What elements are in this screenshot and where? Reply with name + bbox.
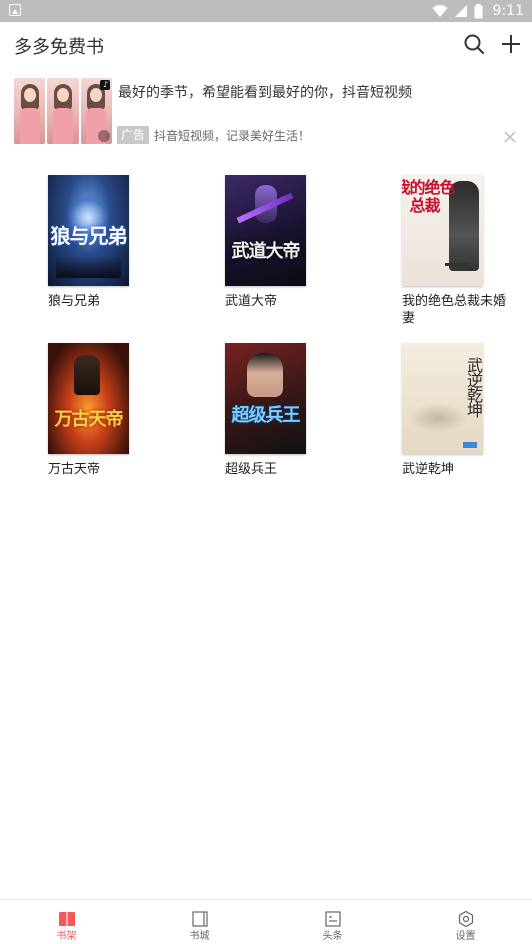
book-cover-title: 狼与兄弟 — [50, 224, 128, 248]
status-bar: 9:11 — [0, 0, 532, 22]
gallery-notification-icon — [9, 4, 21, 16]
close-icon[interactable] — [503, 130, 517, 144]
nav-label: 书城 — [189, 931, 210, 942]
plus-icon[interactable] — [499, 32, 523, 56]
nav-label: 设置 — [455, 931, 476, 942]
headlines-icon — [324, 911, 341, 927]
book-cover[interactable]: 狼与兄弟 — [48, 175, 129, 286]
nav-item-headlines[interactable]: 头条 — [266, 900, 399, 944]
bottom-nav: 书架 书城 头条 设置 — [0, 899, 532, 944]
battery-icon — [474, 3, 483, 18]
book-cover[interactable]: 超级兵王 — [225, 343, 306, 454]
ad-thumbnail: ♪ — [80, 78, 112, 144]
book-cover-title: 万古天帝 — [54, 409, 124, 430]
app-title: 多多免费书 — [14, 37, 104, 58]
ad-thumbnail — [14, 78, 46, 144]
app-bar: 多多免费书 — [0, 22, 532, 66]
book-title[interactable]: 武道大帝 — [225, 293, 335, 310]
search-icon[interactable] — [462, 32, 486, 56]
nav-item-bookstore[interactable]: 书城 — [133, 900, 266, 944]
book-title[interactable]: 万古天帝 — [48, 461, 158, 478]
book-cover[interactable]: 我的绝色总裁 — [402, 175, 483, 286]
book-cover-title: 武道大帝 — [231, 241, 301, 262]
ad-thumbnail — [47, 78, 79, 144]
book-cover[interactable]: 万古天帝 — [48, 343, 129, 454]
tiktok-logo-icon: ♪ — [99, 80, 110, 90]
signal-icon — [454, 5, 467, 17]
clock: 9:11 — [492, 3, 524, 19]
nav-label: 头条 — [322, 931, 343, 942]
book-cover-title: 武逆乾坤 — [464, 357, 483, 417]
book-title[interactable]: 我的绝色总裁未婚妻 — [402, 293, 512, 327]
book-cover-title: 超级兵王 — [231, 405, 301, 426]
wifi-icon — [432, 5, 448, 18]
ad-badge: 广告 — [117, 126, 150, 144]
ad-subtitle: 抖音短视频，记录美好生活！ — [154, 129, 311, 143]
book-cover[interactable]: 武逆乾坤 — [402, 343, 483, 454]
nav-item-bookshelf[interactable]: 书架 — [0, 900, 133, 944]
ad-thumbnails[interactable]: ♪ — [14, 78, 112, 144]
book-title[interactable]: 狼与兄弟 — [48, 293, 158, 310]
book-cover-title: 我的绝色总裁 — [402, 178, 456, 215]
ad-banner[interactable]: ♪ 最好的季节，希望能看到最好的你，抖音短视频 广告 抖音短视频，记录美好生活！ — [0, 78, 532, 148]
refresh-icon — [97, 130, 110, 142]
bookshelf-icon — [58, 912, 75, 926]
book-title[interactable]: 超级兵王 — [225, 461, 335, 478]
bookstore-icon — [191, 911, 208, 927]
nav-item-settings[interactable]: 设置 — [399, 900, 532, 944]
settings-icon — [458, 910, 473, 928]
book-cover[interactable]: 武道大帝 — [225, 175, 306, 286]
nav-label: 书架 — [56, 931, 77, 942]
book-title[interactable]: 武逆乾坤 — [402, 461, 512, 478]
ad-headline[interactable]: 最好的季节，希望能看到最好的你，抖音短视频 — [118, 82, 412, 102]
status-icons: 9:11 — [432, 0, 524, 22]
